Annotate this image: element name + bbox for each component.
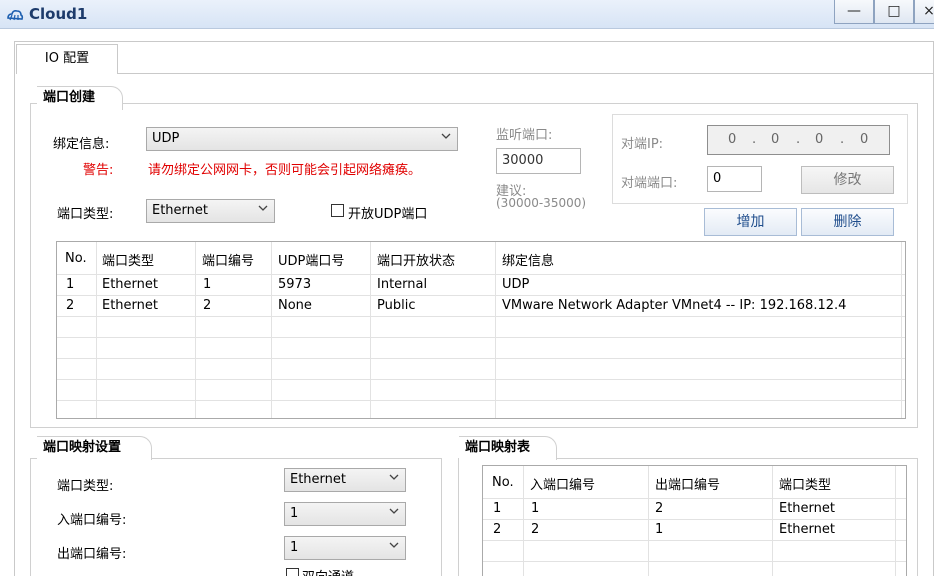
in-port-select[interactable]: 1 [284,502,406,526]
port-map-table-title: 端口映射表 [459,436,557,460]
peer-ip-octet-4: 0 [860,132,869,147]
delete-button[interactable]: 删除 [801,208,894,236]
port-table-header-status: 端口开放状态 [377,254,456,269]
port-map-table: No. 入端口编号 出端口编号 端口类型 1 1 2 Ethernet 2 2 … [482,465,907,576]
warning-text: 请勿绑定公网网卡，否则可能会引起网络瘫痪。 [148,163,422,178]
peer-ip-label: 对端IP: [621,137,664,152]
peer-port-input[interactable]: 0 [707,166,762,192]
chevron-down-icon [389,542,399,548]
minimize-button[interactable]: — [834,0,874,24]
bidirectional-label: 双向通道 [302,566,354,576]
port-type-select[interactable]: Ethernet [146,199,275,223]
open-udp-label: 开放UDP端口 [348,207,428,222]
suggest-range: (30000-35000) [496,196,587,210]
peer-ip-input[interactable]: 0 . 0 . 0 . 0 [707,125,890,155]
map-port-type-select[interactable]: Ethernet [284,468,406,492]
port-table: No. 端口类型 端口编号 UDP端口号 端口开放状态 绑定信息 1 Ether… [56,241,906,419]
map-port-type-label: 端口类型: [57,479,114,494]
in-port-value: 1 [290,506,299,521]
port-type-label: 端口类型: [57,207,114,222]
open-udp-checkbox[interactable] [331,204,344,217]
peer-ip-octet-2: 0 [771,132,780,147]
title-bar: Cloud1 — □ × [0,0,934,29]
port-table-header-bind: 绑定信息 [502,254,555,269]
map-table-header-no: No. [492,475,514,490]
add-button[interactable]: 增加 [704,208,797,236]
port-create-title: 端口创建 [37,86,123,110]
map-table-header-in: 入端口编号 [530,478,596,493]
tab-divider [118,73,934,74]
bind-info-value: UDP [152,131,180,146]
bind-info-select[interactable]: UDP [146,127,458,151]
peer-port-label: 对端端口: [621,176,678,191]
port-map-settings-title: 端口映射设置 [37,436,152,460]
port-type-value: Ethernet [152,203,208,218]
close-button[interactable]: × [914,0,934,24]
port-table-header-number: 端口编号 [202,254,255,269]
tab-io-config[interactable]: IO 配置 [16,44,118,74]
peer-ip-octet-3: 0 [815,132,824,147]
out-port-label: 出端口编号: [57,547,127,562]
port-table-header-no: No. [65,251,87,266]
listen-port-input[interactable]: 30000 [496,148,581,174]
listen-port-label: 监听端口: [496,128,553,143]
chevron-down-icon [441,133,451,139]
bidirectional-checkbox[interactable] [286,568,299,576]
maximize-button[interactable]: □ [874,0,914,24]
in-port-label: 入端口编号: [57,513,127,528]
map-table-header-out: 出端口编号 [655,478,721,493]
port-table-header-udp: UDP端口号 [278,254,345,269]
port-table-header-type: 端口类型 [102,254,155,269]
cloud-app-icon [7,10,24,21]
peer-ip-octet-1: 0 [728,132,737,147]
out-port-select[interactable]: 1 [284,536,406,560]
out-port-value: 1 [290,540,299,555]
modify-button[interactable]: 修改 [801,166,894,194]
chevron-down-icon [258,205,268,211]
chevron-down-icon [389,474,399,480]
bind-info-label: 绑定信息: [53,137,110,152]
chevron-down-icon [389,508,399,514]
map-port-type-value: Ethernet [290,472,346,487]
window-title: Cloud1 [29,5,88,23]
warning-label: 警告: [83,163,114,178]
map-table-header-type: 端口类型 [779,478,832,493]
